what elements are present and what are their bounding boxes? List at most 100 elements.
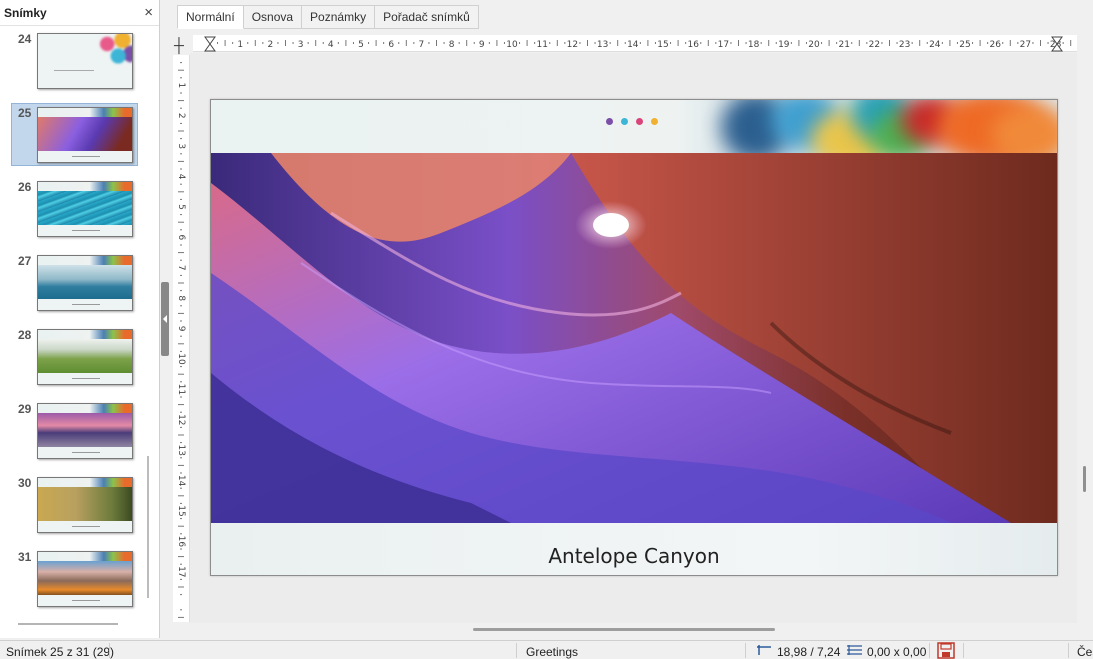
position-icon (756, 644, 772, 659)
canyon-illustration (211, 153, 1057, 523)
ruler-label: 16 (176, 536, 186, 548)
slide-number: 30 (18, 476, 32, 490)
dot-purple (606, 118, 613, 125)
ruler-label: 17 (176, 566, 186, 577)
ruler-label: 2 (268, 40, 274, 50)
dot-pink (636, 118, 643, 125)
ruler-label: 15 (176, 505, 186, 516)
slide-thumbnail-25[interactable]: 25 (11, 103, 138, 166)
slides-panel-scrollbar[interactable] (147, 456, 149, 598)
ruler-label: 8 (176, 295, 186, 301)
slides-panel-hscrollbar[interactable] (18, 623, 118, 625)
ruler-label: 6 (388, 40, 394, 50)
ruler-label: 22 (869, 40, 880, 50)
ruler-label: 8 (449, 40, 455, 50)
size-icon (846, 644, 864, 659)
ruler-label: 1 (176, 83, 186, 89)
slide-number: 26 (18, 180, 32, 194)
ruler-label: 11 (176, 384, 186, 395)
impress-window: Snímky × 24 25 26 27 28 29 30 31 Normální Osnov… (0, 0, 1093, 659)
canyon-image[interactable] (211, 153, 1057, 523)
ruler-label: 3 (298, 40, 304, 50)
vertical-ruler[interactable]: 1 2 3 4 5 6 7 8 9 10 11 12 13 14 15 16 17 (173, 55, 190, 622)
tab-slide-sorter[interactable]: Pořadač snímků (375, 5, 479, 29)
close-icon[interactable]: × (144, 5, 153, 20)
statusbar-divider (109, 643, 110, 658)
slide-dots (606, 118, 658, 125)
ruler-label: 12 (567, 40, 578, 50)
panel-collapse-handle[interactable] (161, 282, 169, 356)
slide-number: 28 (18, 328, 32, 342)
slides-panel-title: Snímky (4, 5, 47, 20)
slide-thumbnail-27[interactable]: 27 (11, 251, 138, 314)
tab-notes[interactable]: Poznámky (302, 5, 376, 29)
tab-stop-icon[interactable]: ┼ (174, 37, 184, 53)
current-slide[interactable]: Antelope Canyon (210, 99, 1058, 576)
statusbar-divider (516, 643, 517, 658)
ruler-label: 16 (687, 40, 699, 50)
candy-image[interactable] (701, 100, 1057, 153)
dot-cyan (621, 118, 628, 125)
slide-preview (37, 181, 133, 237)
document-modified-icon[interactable] (937, 642, 955, 659)
ruler-label: 27 (1020, 40, 1031, 50)
slide-preview (37, 329, 133, 385)
statusbar-divider (963, 643, 964, 658)
ruler-label: 20 (808, 40, 820, 50)
slide-preview (37, 403, 133, 459)
ruler-label: 9 (479, 40, 485, 50)
statusbar-divider (1068, 643, 1069, 658)
slide-number: 27 (18, 254, 32, 268)
slide-thumbnail-28[interactable]: 28 (11, 325, 138, 388)
ruler-label: 25 (959, 40, 970, 50)
ruler-label: 4 (176, 174, 186, 180)
canvas-horizontal-scrollbar[interactable] (473, 628, 775, 631)
slide-caption[interactable]: Antelope Canyon (211, 544, 1057, 568)
slide-preview (37, 477, 133, 533)
ruler-label: 6 (176, 235, 186, 241)
slide-thumbnail-24[interactable]: 24 (11, 29, 138, 92)
ruler-label: 5 (358, 40, 364, 50)
slides-panel-header: Snímky × (0, 0, 159, 26)
ruler-label: 14 (627, 40, 639, 50)
ruler-label: 9 (176, 326, 186, 332)
ruler-label: 2 (176, 113, 186, 119)
cursor-position: 18,98 / 7,24 (777, 645, 841, 659)
slide-caption-band: Antelope Canyon (211, 523, 1057, 575)
ruler-label: 1 (237, 40, 243, 50)
status-bar: Snímek 25 z 31 (29) Greetings 18,98 / 7,… (0, 640, 1093, 659)
left-margin-marker[interactable] (204, 36, 216, 52)
slide-counter: Snímek 25 z 31 (29) (6, 645, 115, 659)
ruler-label: 10 (506, 40, 518, 50)
slide-thumbnail-30[interactable]: 30 (11, 473, 138, 536)
ruler-label: 7 (419, 40, 425, 50)
statusbar-divider (745, 643, 746, 658)
ruler-label: 23 (899, 40, 910, 50)
ruler-label: 10 (176, 353, 186, 365)
master-slide-name[interactable]: Greetings (526, 645, 578, 659)
slide-thumbnail-26[interactable]: 26 (11, 177, 138, 240)
object-size: 0,00 x 0,00 (867, 645, 927, 659)
slide-thumbnail-29[interactable]: 29 (11, 399, 138, 462)
canvas-vertical-scrollbar[interactable] (1083, 466, 1086, 492)
slide-number: 24 (18, 32, 32, 46)
tab-normal[interactable]: Normální (177, 5, 244, 29)
slide-number: 25 (18, 106, 32, 120)
view-tabs: Normální Osnova Poznámky Pořadač snímků (177, 5, 479, 29)
dot-yellow (651, 118, 658, 125)
ruler-label: 5 (176, 204, 186, 210)
ruler-label: 4 (328, 40, 334, 50)
slide-number: 29 (18, 402, 32, 416)
vertical-ruler-ticks: 1234567891011121314151617 (176, 62, 186, 618)
ruler-label: 11 (536, 40, 547, 50)
ruler-label: 7 (176, 265, 186, 271)
slide-thumbnail-31[interactable]: 31 (11, 547, 138, 610)
language-indicator[interactable]: Češ (1077, 645, 1093, 659)
slides-panel: Snímky × 24 25 26 27 28 29 30 31 (0, 0, 160, 638)
horizontal-ruler[interactable]: 1 2 3 4 5 6 7 8 9 10 11 12 13 14 15 16 17 18 19 20 21 22 23 24 2… (193, 35, 1077, 52)
slide-list: 24 25 26 27 28 29 30 31 (0, 27, 148, 623)
tab-outline[interactable]: Osnova (243, 5, 303, 29)
ruler-label: 17 (718, 40, 729, 50)
horizontal-ruler-ticks: 1 2 3 4 5 6 7 8 9 10 11 12 13 14 15 16 17 18 19 20 21 22 23 24 2… (204, 36, 1072, 52)
ruler-label: 24 (929, 40, 941, 50)
